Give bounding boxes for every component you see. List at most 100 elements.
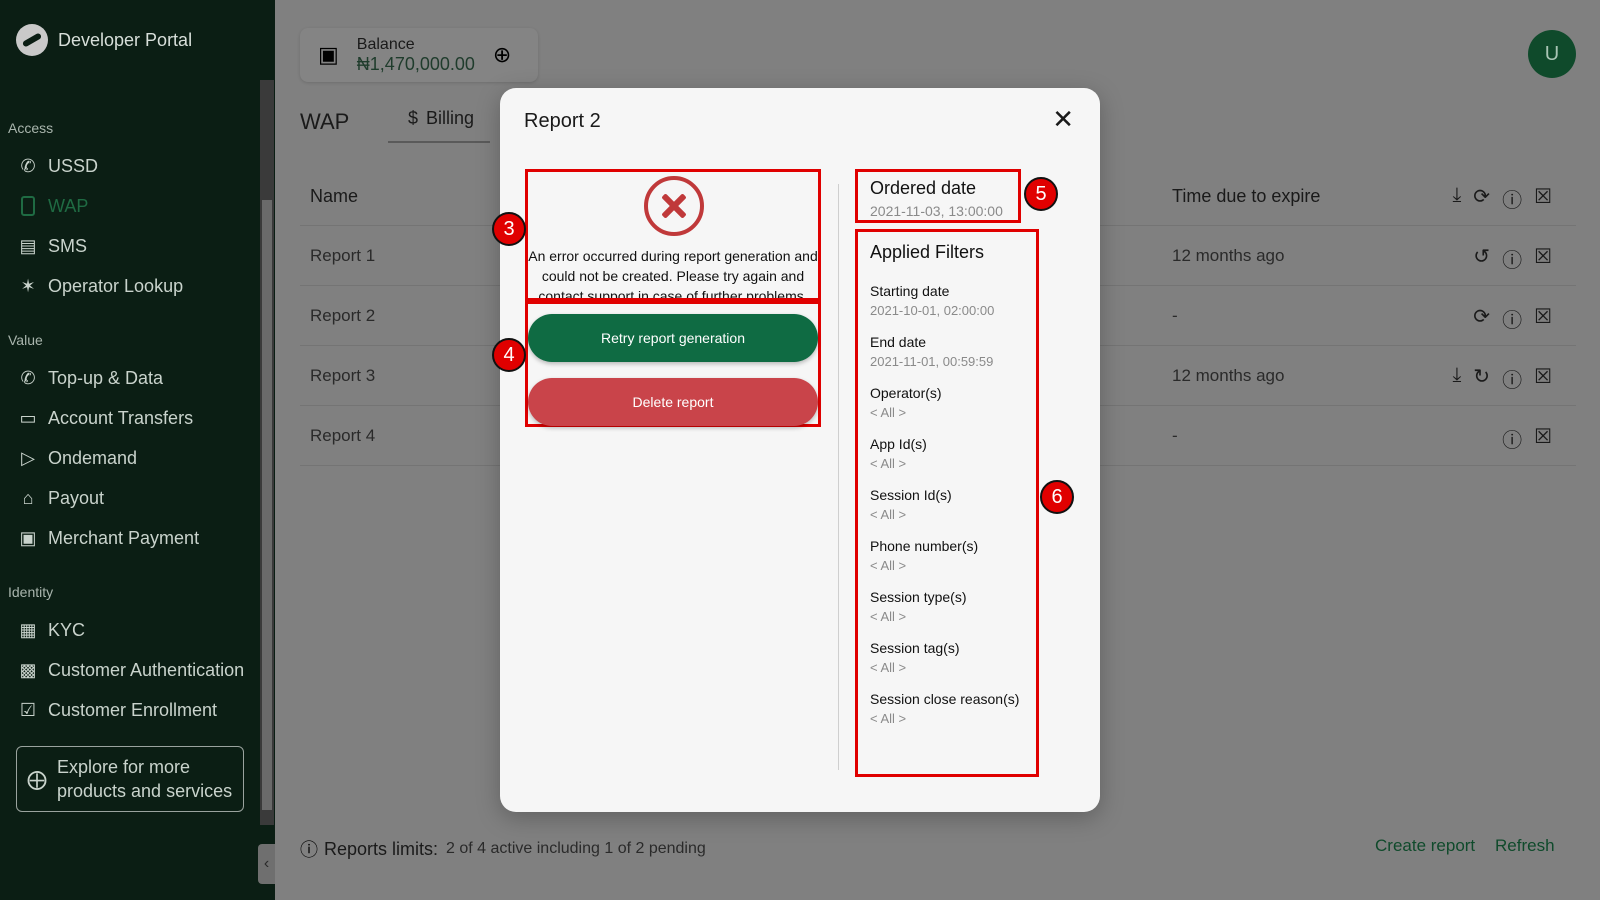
avatar[interactable]: U [1528,30,1576,78]
app-title: Developer Portal [58,29,193,50]
wallet-icon: ▣ [318,42,339,67]
help-icon[interactable]: ⓘ [300,836,318,862]
sidebar-item-account-transfers[interactable]: ▭ Account Transfers [18,406,193,430]
filter-item: Session close reason(s) < All > [870,691,1024,726]
chart-box-icon: ▦ [19,619,37,640]
sidebar-item-ussd[interactable]: ✆ USSD [18,154,98,178]
sidebar-item-label: WAP [48,195,89,216]
filter-value: < All > [870,558,907,573]
sidebar-item-sms[interactable]: ▤ SMS [18,234,87,258]
sidebar-item-payout[interactable]: ⌂ Payout [18,486,104,510]
filter-item: Session type(s) < All > [870,589,1024,624]
filter-item: Operator(s) < All > [870,385,1024,420]
create-report-link[interactable]: Create report [1375,836,1475,856]
delete-icon[interactable]: ☒ [1534,424,1552,453]
delete-icon[interactable]: ☒ [1534,304,1552,333]
retry-button[interactable]: Retry report generation [528,314,818,362]
phone-forward-icon: ✆ [20,155,36,176]
explore-label: Explore for more products and services [57,757,233,801]
sidebar-item-customer-enrollment[interactable]: ☑ Customer Enrollment [18,698,217,722]
limits-label: Reports limits: [324,838,439,859]
phone-transfer-icon: ✆ [20,367,36,388]
applied-filters-section: Applied Filters Starting date 2021-10-01… [855,229,1039,777]
balance-value: ₦1,470,000.00 [356,53,475,74]
section-label-value: Value [8,332,43,348]
add-funds-icon[interactable]: ⊕ [493,42,511,68]
sidebar-item-wap[interactable]: WAP [18,194,88,218]
renew-icon[interactable]: ↻ [1473,364,1490,393]
info-icon[interactable]: ⓘ [1502,364,1522,393]
filter-value: < All > [870,456,907,471]
download-icon[interactable]: ⤓ [1452,364,1461,393]
sidebar-item-label: Top-up & Data [48,367,164,388]
play-box-icon: ▷ [21,447,35,468]
delete-icon[interactable]: ☒ [1534,364,1552,393]
delete-icon[interactable]: ☒ [1534,244,1552,273]
compass-icon: ⨁ [27,768,47,791]
sidebar-item-customer-authentication[interactable]: ▩ Customer Authentication [18,658,244,682]
tab-bar: WAP $ Billing [300,100,491,143]
filter-item: Starting date 2021-10-01, 02:00:00 [870,283,1024,318]
sidebar-item-label: SMS [48,235,88,256]
delete-icon[interactable]: ☒ [1534,184,1552,213]
filter-label: App Id(s) [870,436,927,452]
logo-icon [16,24,48,56]
ordered-date-value: 2021-11-03, 13:00:00 [870,203,1003,219]
ordered-date-label: Ordered date [870,178,977,198]
row-due: 12 months ago [1172,366,1285,385]
balance-card: ▣ Balance ₦1,470,000.00 ⊕ [300,28,538,82]
sidebar-item-label: Account Transfers [48,407,194,428]
filter-label: Session tag(s) [870,640,960,656]
row-due: 12 months ago [1172,246,1285,265]
sidebar-item-ondemand[interactable]: ▷ Ondemand [18,446,137,470]
explore-button[interactable]: ⨁ Explore for more products and services [16,746,244,812]
sidebar-item-label: Ondemand [48,447,138,468]
close-icon[interactable]: ✕ [1052,104,1074,135]
filter-value: < All > [870,609,907,624]
filter-item: Phone number(s) < All > [870,538,1024,573]
annotation-marker-6: 6 [1040,480,1074,514]
info-icon[interactable]: ⓘ [1502,184,1522,213]
filter-value: 2021-11-01, 00:59:59 [870,354,994,369]
balance-label: Balance [356,35,415,53]
tab-wap[interactable]: WAP [300,109,388,135]
column-header-due: Time due to expire [1172,186,1321,206]
sidebar-scroll-thumb[interactable] [262,200,272,810]
collapse-sidebar-button[interactable]: ‹ [258,844,275,884]
brand[interactable]: Developer Portal [16,24,192,56]
section-label-identity: Identity [8,584,54,600]
message-icon: ▤ [19,235,37,256]
chevron-left-icon: ‹ [263,855,270,872]
filter-label: Phone number(s) [870,538,979,554]
sidebar-item-kyc[interactable]: ▦ KYC [18,618,85,642]
sidebar-item-label: KYC [48,619,86,640]
filter-value: < All > [870,405,907,420]
history-icon[interactable]: ↺ [1473,244,1490,273]
sync-alert-icon[interactable]: ⟳ [1473,304,1490,333]
row-due: - [1172,426,1178,445]
sidebar-item-label: Merchant Payment [48,527,200,548]
info-icon[interactable]: ⓘ [1502,424,1522,453]
delete-report-button[interactable]: Delete report [528,378,818,426]
info-icon[interactable]: ⓘ [1502,244,1522,273]
sidebar-item-merchant-payment[interactable]: ▣ Merchant Payment [18,526,199,550]
tab-billing-label: Billing [426,108,475,128]
download-icon[interactable]: ⤓ [1452,184,1461,213]
sidebar-item-label: Customer Enrollment [48,699,218,720]
refresh-icon[interactable]: ⟳ [1473,184,1490,213]
sidebar-item-topup[interactable]: ✆ Top-up & Data [18,366,163,390]
sidebar-item-operator-lookup[interactable]: ✶ Operator Lookup [18,274,183,298]
antenna-icon: ✶ [20,275,36,296]
ordered-date-section: Ordered date 2021-11-03, 13:00:00 [855,169,1021,223]
limits-value: 2 of 4 active including 1 of 2 pending [446,840,706,857]
sidebar-item-label: Payout [48,487,105,508]
tab-billing[interactable]: $ Billing [388,100,491,143]
cash-icon: ▣ [19,527,37,548]
filter-value: < All > [870,711,907,726]
clipboard-check-icon: ☑ [19,699,37,720]
filter-item: Session tag(s) < All > [870,640,1024,675]
info-icon[interactable]: ⓘ [1502,304,1522,333]
filter-item: App Id(s) < All > [870,436,1024,471]
sidebar-item-label: Operator Lookup [48,275,184,296]
refresh-link[interactable]: Refresh [1495,836,1555,856]
